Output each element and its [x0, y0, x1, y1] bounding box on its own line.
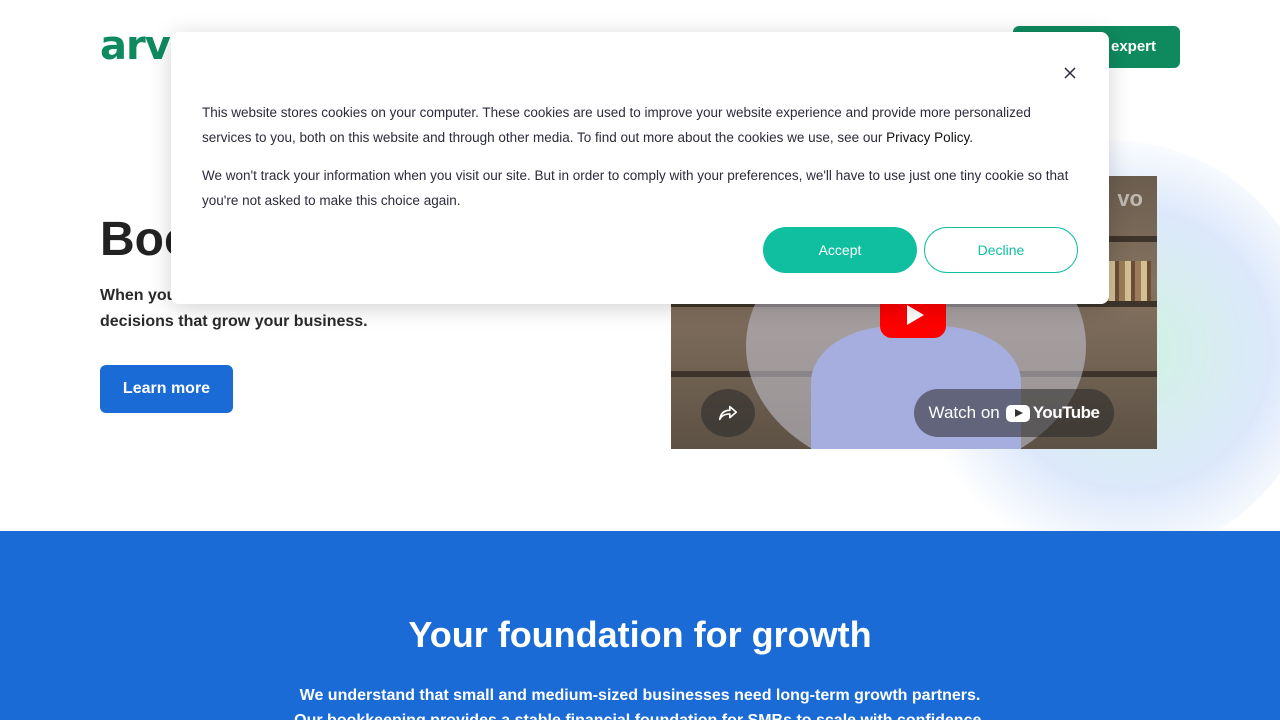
- watch-on-label: Watch on: [928, 403, 1000, 422]
- foundation-description-line1: We understand that small and medium-size…: [299, 687, 981, 704]
- foundation-title: Your foundation for growth: [408, 614, 872, 655]
- watch-on-youtube-button[interactable]: Watch on YouTube: [914, 389, 1114, 437]
- hero-description-line1: When you: [100, 287, 177, 304]
- accept-button[interactable]: Accept: [763, 227, 917, 273]
- close-icon: [1064, 67, 1076, 79]
- youtube-icon: [1005, 404, 1030, 422]
- foundation-description-line2: Our bookkeeping provides a stable financ…: [294, 712, 986, 720]
- youtube-label: YouTube: [1032, 403, 1100, 422]
- play-icon: [906, 305, 924, 325]
- foundation-section: Your foundation for growth We understand…: [0, 531, 1280, 720]
- cookie-consent-dialog: This website stores cookies on your comp…: [171, 32, 1109, 304]
- decline-button[interactable]: Decline: [924, 227, 1078, 273]
- video-watermark: vo: [1117, 186, 1143, 211]
- youtube-logo: YouTube: [1005, 403, 1100, 423]
- privacy-policy-link[interactable]: Privacy Policy.: [886, 130, 973, 145]
- cookie-paragraph-2: We won't track your information when you…: [202, 168, 1069, 208]
- learn-more-button[interactable]: Learn more: [100, 365, 233, 413]
- close-button[interactable]: [1059, 62, 1081, 84]
- foundation-description: We understand that small and medium-size…: [0, 683, 1280, 720]
- share-button[interactable]: [701, 389, 755, 437]
- cookie-text-primary: This website stores cookies on your comp…: [202, 100, 1072, 150]
- share-icon: [718, 405, 738, 421]
- hero-description-line2: decisions that grow your business.: [100, 313, 368, 330]
